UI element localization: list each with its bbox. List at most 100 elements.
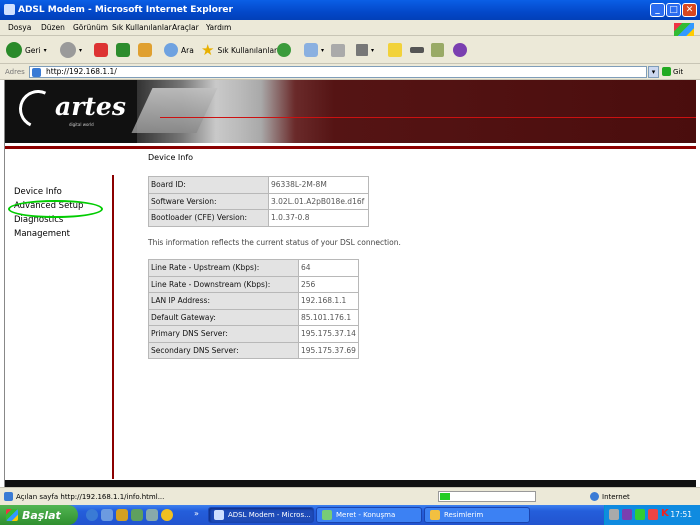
- table-key: Primary DNS Server:: [148, 325, 299, 343]
- messenger-button[interactable]: [431, 40, 444, 60]
- yahoo-tray-icon[interactable]: [622, 509, 632, 520]
- menu-edit[interactable]: Düzen: [41, 23, 65, 32]
- forward-button[interactable]: ▾: [60, 40, 82, 60]
- table-key: Line Rate - Upstream (Kbps):: [148, 259, 299, 277]
- address-input[interactable]: http://192.168.1.1/: [29, 66, 647, 78]
- research-button[interactable]: [410, 40, 424, 60]
- banner: artes digital world: [5, 80, 696, 143]
- back-button[interactable]: Geri ▾: [6, 40, 47, 60]
- clock: 17:51: [670, 510, 692, 519]
- table-key: Bootloader (CFE) Version:: [148, 209, 269, 227]
- quicklaunch-chevron-icon[interactable]: »: [194, 509, 199, 518]
- table-key: Default Gateway:: [148, 308, 299, 326]
- print-button[interactable]: [331, 40, 345, 60]
- logo-tagline: digital world: [69, 122, 94, 127]
- loading-page-icon: [4, 492, 13, 501]
- page-viewport: artes digital world Device Info Advanced…: [4, 80, 696, 487]
- chat-icon: [322, 510, 332, 520]
- system-tray: K 17:51: [604, 505, 700, 525]
- yahoo-icon: [453, 43, 467, 57]
- search-label: Ara: [181, 45, 194, 55]
- mail-quicklaunch-icon[interactable]: [101, 509, 113, 521]
- desktop-quicklaunch-icon[interactable]: [146, 509, 158, 521]
- close-button[interactable]: ✕: [682, 3, 697, 17]
- stop-icon: [94, 43, 108, 57]
- menu-favorites[interactable]: Sık Kullanılanlar: [112, 23, 172, 32]
- mail-button[interactable]: ▾: [304, 40, 324, 60]
- banner-bottom-bar: [5, 146, 696, 149]
- task-chat[interactable]: Meret - Konuşma: [316, 507, 422, 523]
- discuss-button[interactable]: [388, 40, 402, 60]
- go-button[interactable]: Git: [662, 67, 683, 76]
- status-text: Açılan sayfa http://192.168.1.1/info.htm…: [16, 493, 165, 501]
- highlight-circle: [8, 200, 103, 218]
- minimize-button[interactable]: _: [650, 3, 665, 17]
- table-value: 1.0.37-0.8: [268, 209, 369, 227]
- progress-bar: [438, 491, 536, 502]
- emoticon-quicklaunch-icon[interactable]: [161, 509, 173, 521]
- page-icon: [32, 68, 41, 77]
- status-bar: Açılan sayfa http://192.168.1.1/info.htm…: [0, 487, 700, 505]
- start-label: Başlat: [22, 508, 61, 522]
- address-bar: Adres http://192.168.1.1/ ▾ Git: [0, 64, 700, 80]
- table-row: Line Rate - Downstream (Kbps): 256: [148, 275, 359, 293]
- edit-icon: [356, 44, 368, 56]
- window-title: ADSL Modem - Microsoft Internet Explorer: [18, 5, 233, 15]
- status-description: This information reflects the current st…: [148, 238, 401, 247]
- taskbar: Başlat » ADSL Modem - Micros... Meret - …: [0, 505, 700, 525]
- sidebar-item-management[interactable]: Management: [14, 229, 70, 239]
- task-label: ADSL Modem - Micros...: [228, 511, 311, 519]
- menu-view[interactable]: Görünüm: [73, 23, 108, 32]
- table-key: Board ID:: [148, 176, 269, 194]
- table-value: 195.175.37.14: [298, 325, 359, 343]
- start-button[interactable]: Başlat: [0, 505, 78, 525]
- table-value: 256: [298, 275, 359, 293]
- home-button[interactable]: [138, 40, 152, 60]
- page-title: Device Info: [148, 153, 194, 162]
- star-icon: ★: [201, 41, 215, 59]
- network-icon[interactable]: [609, 509, 619, 520]
- history-button[interactable]: [277, 40, 291, 60]
- task-pictures[interactable]: Resimlerim: [424, 507, 530, 523]
- security-zone: Internet: [590, 492, 630, 501]
- device-info-table: Board ID: 96338L-2M-8M Software Version: 3…: [148, 176, 369, 227]
- toolbar: Geri ▾ ▾ Ara ★ Sık Kullanılanlar ▾ ▾: [0, 36, 700, 64]
- address-dropdown-button[interactable]: ▾: [648, 66, 659, 78]
- maximize-button[interactable]: □: [666, 3, 681, 17]
- edit-button[interactable]: ▾: [356, 40, 374, 60]
- refresh-button[interactable]: [116, 40, 130, 60]
- stop-button[interactable]: [94, 40, 108, 60]
- messenger-tray-icon[interactable]: [635, 509, 645, 520]
- back-label: Geri: [25, 45, 41, 55]
- ie-icon: [214, 510, 224, 520]
- table-value: 85.101.176.1: [298, 308, 359, 326]
- table-row: Software Version: 3.02L.01.A2pB018e.d16f: [148, 192, 369, 210]
- home-icon: [138, 43, 152, 57]
- back-arrow-icon: [6, 42, 22, 58]
- yahoo-button[interactable]: [453, 40, 467, 60]
- favorites-button[interactable]: ★ Sık Kullanılanlar: [201, 40, 277, 60]
- menu-file[interactable]: Dosya: [8, 23, 31, 32]
- sidebar-item-device-info[interactable]: Device Info: [14, 187, 62, 197]
- chevron-down-icon: ▾: [321, 46, 325, 54]
- antivirus-icon[interactable]: [648, 509, 658, 520]
- search-icon: [164, 43, 178, 57]
- windows-flag-icon: [6, 509, 18, 521]
- task-ie[interactable]: ADSL Modem - Micros...: [208, 507, 314, 523]
- windows-logo-icon: [674, 23, 694, 37]
- menu-help[interactable]: Yardım: [206, 23, 231, 32]
- menu-tools[interactable]: Araçlar: [172, 23, 199, 32]
- progress-fill: [440, 493, 450, 500]
- forward-arrow-icon: [60, 42, 76, 58]
- search-button[interactable]: Ara: [164, 40, 194, 60]
- table-value: 96338L-2M-8M: [268, 176, 369, 194]
- zone-label: Internet: [602, 492, 630, 501]
- note-icon: [388, 43, 402, 57]
- media-quicklaunch-icon[interactable]: [116, 509, 128, 521]
- table-value: 64: [298, 259, 359, 277]
- chevron-down-icon: ▾: [43, 46, 47, 54]
- ie-quicklaunch-icon[interactable]: [86, 509, 98, 521]
- task-label: Meret - Konuşma: [336, 511, 396, 519]
- chevron-down-icon: ▾: [79, 46, 83, 54]
- messenger-quicklaunch-icon[interactable]: [131, 509, 143, 521]
